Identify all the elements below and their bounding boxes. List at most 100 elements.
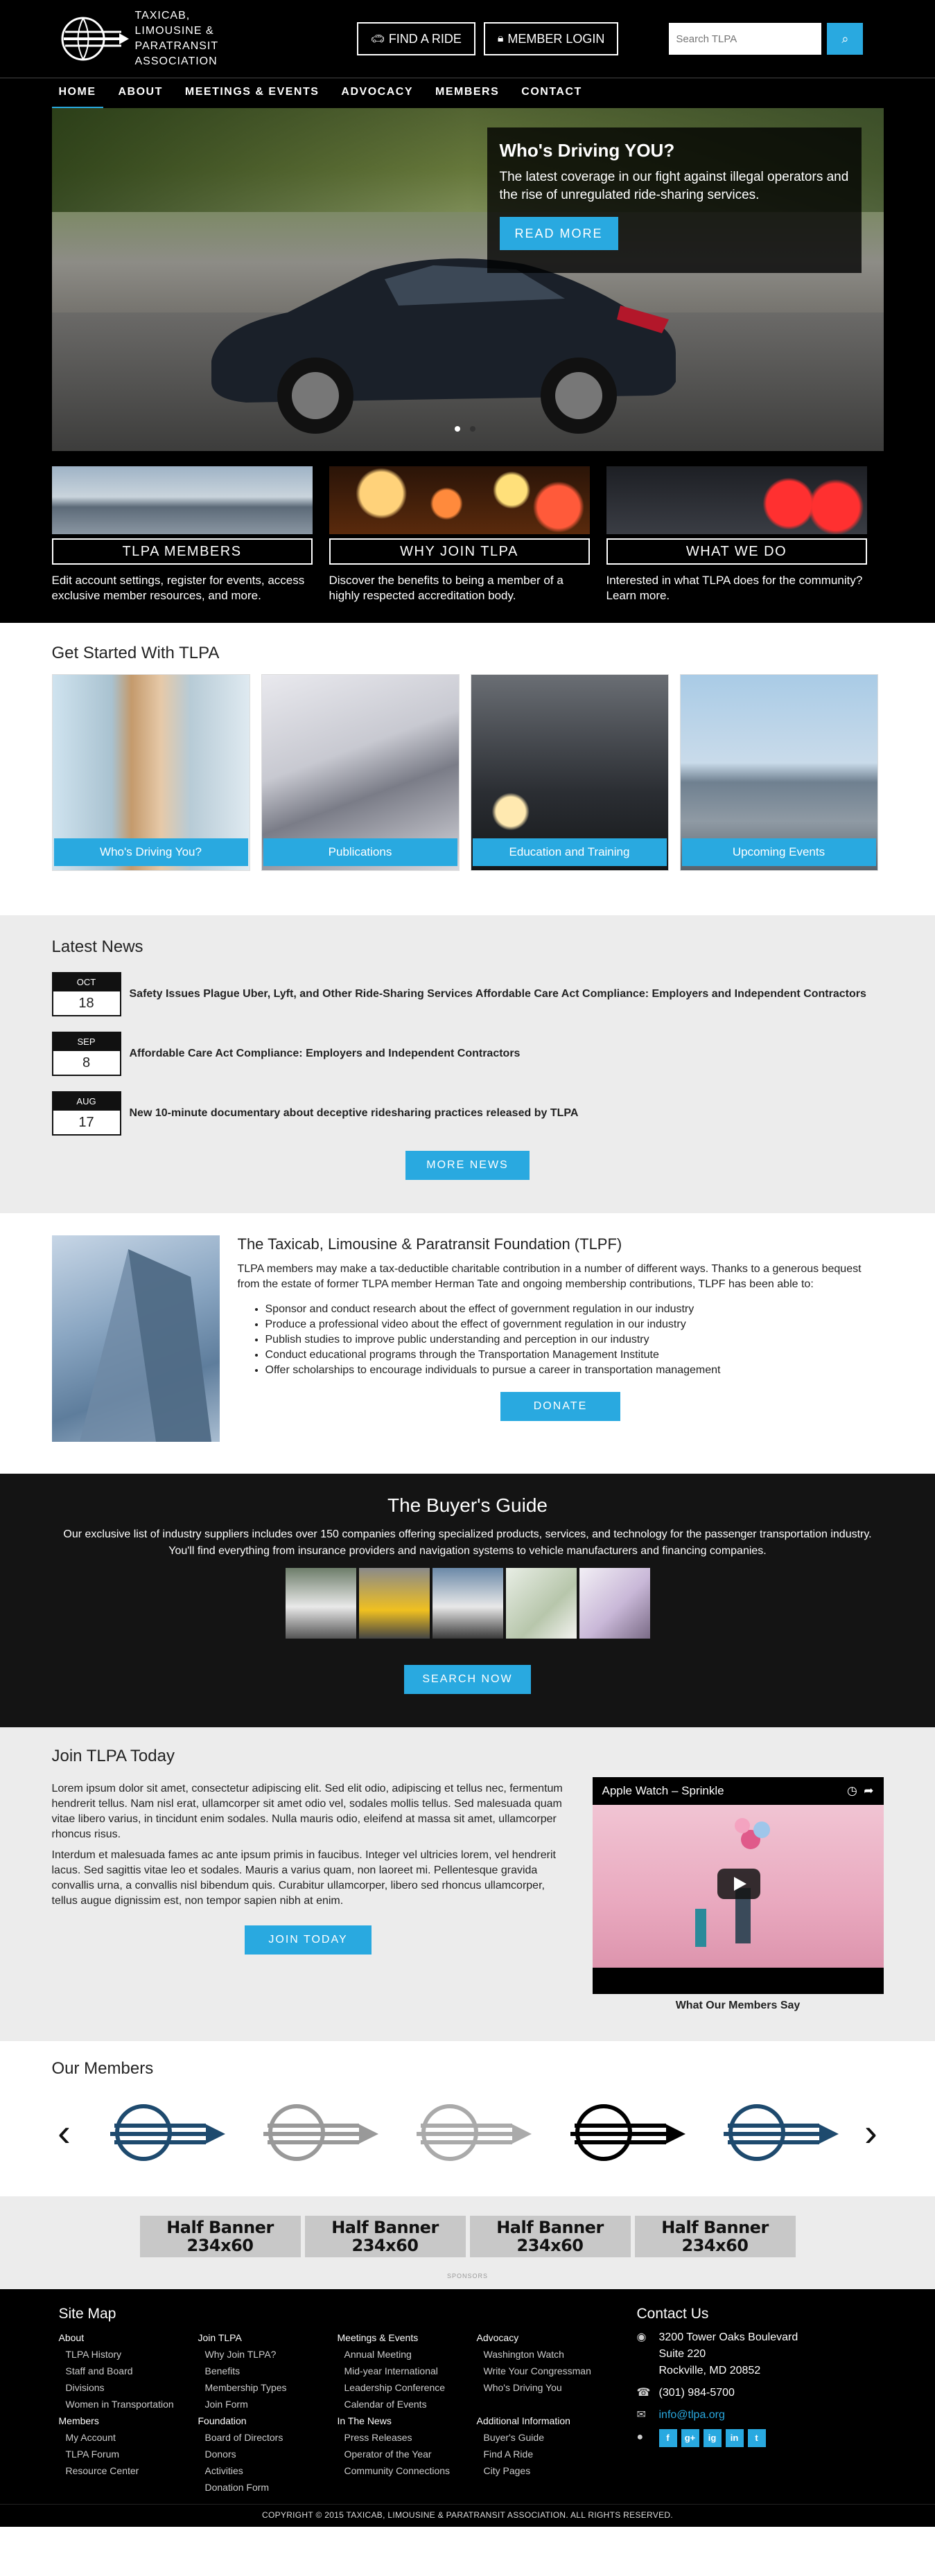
nav-meetings-events[interactable]: MEETINGS & EVENTS	[178, 78, 326, 109]
list-item: Sponsor and conduct research about the e…	[265, 1302, 884, 1317]
site-map-heading[interactable]: Advocacy	[477, 2329, 616, 2346]
read-more-button[interactable]: READ MORE	[499, 217, 618, 250]
contact-us: Contact Us ◉ 3200 Tower Oaks Boulevard S…	[637, 2306, 866, 2496]
site-map-heading[interactable]: Additional Information	[477, 2412, 616, 2429]
site-map-link[interactable]: Membership Types	[198, 2379, 338, 2396]
donate-button[interactable]: DONATE	[500, 1392, 621, 1421]
email-link[interactable]: info@tlpa.org	[659, 2407, 725, 2424]
site-map-link[interactable]: Washington Watch	[477, 2346, 616, 2363]
site-map-link[interactable]: Who's Driving You	[477, 2379, 616, 2396]
site-map-link[interactable]: Buyer's Guide	[477, 2429, 616, 2446]
site-map-link[interactable]: Board of Directors	[198, 2429, 338, 2446]
find-a-ride-button[interactable]: 🚗︎ FIND A RIDE	[356, 22, 475, 55]
member-logo[interactable]	[552, 2098, 690, 2167]
slider-dots	[454, 426, 475, 432]
site-map-link[interactable]: Mid-year International	[338, 2363, 477, 2379]
member-login-button[interactable]: 🔒︎ MEMBER LOGIN	[483, 22, 619, 55]
site-map-link[interactable]: Join Form	[198, 2396, 338, 2412]
chevron-left-icon[interactable]: ‹	[52, 2113, 77, 2152]
nav-members[interactable]: MEMBERS	[428, 78, 506, 109]
nav-advocacy[interactable]: ADVOCACY	[334, 78, 420, 109]
news-title[interactable]: New 10-minute documentary about deceptiv…	[130, 1106, 579, 1121]
envelope-icon: ✉	[636, 2409, 646, 2421]
share-icon[interactable]: ➦	[864, 1784, 873, 1797]
site-map-link[interactable]: My Account	[59, 2429, 198, 2446]
site-map-heading[interactable]: In The News	[338, 2412, 477, 2429]
buyers-guide-text: Our exclusive list of industry suppliers…	[63, 1528, 872, 1557]
news-title[interactable]: Affordable Care Act Compliance: Employer…	[130, 1046, 521, 1061]
site-map-heading[interactable]: Join TLPA	[198, 2329, 338, 2346]
search-now-button[interactable]: SEARCH NOW	[404, 1665, 531, 1694]
site-map-link[interactable]: Leadership Conference	[338, 2379, 477, 2396]
chevron-right-icon[interactable]: ›	[858, 2113, 883, 2152]
phone-number[interactable]: (301) 984-5700	[659, 2385, 735, 2401]
site-map-link[interactable]: City Pages	[477, 2462, 616, 2479]
site-map-link[interactable]: Calendar of Events	[338, 2396, 477, 2412]
site-map-link[interactable]: TLPA History	[59, 2346, 198, 2363]
more-news-button[interactable]: MORE NEWS	[405, 1151, 530, 1180]
site-map-link[interactable]: Find A Ride	[477, 2446, 616, 2462]
site-map-link[interactable]: Donors	[198, 2446, 338, 2462]
list-item: Offer scholarships to encourage individu…	[265, 1363, 884, 1378]
linkedin-icon[interactable]: in	[725, 2429, 744, 2447]
nav-home[interactable]: HOME	[51, 78, 103, 109]
site-map-link[interactable]: Why Join TLPA?	[198, 2346, 338, 2363]
news-item[interactable]: OCT 18 Safety Issues Plague Uber, Lyft, …	[51, 972, 884, 1016]
site-map-heading[interactable]: Meetings & Events	[338, 2329, 477, 2346]
site-map-link[interactable]: Resource Center	[59, 2462, 198, 2479]
card-education-training[interactable]: Education and Training	[470, 674, 669, 871]
site-map-link[interactable]: Community Connections	[338, 2462, 477, 2479]
member-logo[interactable]	[705, 2098, 844, 2167]
skyscraper-image	[51, 1235, 220, 1442]
site-map-heading[interactable]: Foundation	[198, 2412, 338, 2429]
get-started-title: Get Started With TLPA	[51, 644, 220, 662]
site-map-link[interactable]: TLPA Forum	[59, 2446, 198, 2462]
card-upcoming-events[interactable]: Upcoming Events	[679, 674, 878, 871]
taxi-image	[358, 1568, 430, 1639]
card-publications[interactable]: Publications	[261, 674, 460, 871]
sponsor-banner[interactable]: Half Banner 234x60	[469, 2216, 631, 2257]
sponsor-banner[interactable]: Half Banner 234x60	[139, 2216, 301, 2257]
site-map-heading[interactable]: Members	[59, 2412, 198, 2429]
site-map-link[interactable]: Annual Meeting	[338, 2346, 477, 2363]
tile-tlpa-members[interactable]: TLPA MEMBERS Edit account settings, regi…	[51, 466, 313, 603]
site-logo[interactable]: TAXICAB, LIMOUSINE & PARATRANSIT ASSOCIA…	[52, 8, 232, 69]
member-logo[interactable]	[91, 2098, 230, 2167]
card-whos-driving[interactable]: Who's Driving You?	[51, 674, 250, 871]
hero-text: The latest coverage in our fight against…	[499, 170, 849, 202]
member-logo[interactable]	[398, 2098, 536, 2167]
nav-about[interactable]: ABOUT	[112, 78, 170, 109]
news-title[interactable]: Safety Issues Plague Uber, Lyft, and Oth…	[130, 987, 866, 1002]
site-map-link[interactable]: Donation Form	[198, 2479, 338, 2496]
google-plus-icon[interactable]: g+	[681, 2429, 699, 2447]
site-map-link[interactable]: Activities	[198, 2462, 338, 2479]
site-map-heading[interactable]: About	[59, 2329, 198, 2346]
member-logo[interactable]	[245, 2098, 383, 2167]
site-map-link[interactable]: Divisions	[59, 2379, 198, 2396]
play-icon[interactable]	[717, 1869, 760, 1899]
clock-icon[interactable]: ◷	[847, 1784, 857, 1797]
instagram-icon[interactable]: ig	[703, 2429, 722, 2447]
sponsor-banner[interactable]: Half Banner 234x60	[304, 2216, 466, 2257]
join-today-button[interactable]: JOIN TODAY	[245, 1925, 372, 1955]
site-map-heading[interactable]	[477, 2396, 616, 2412]
site-map-link[interactable]: Press Releases	[338, 2429, 477, 2446]
video-player[interactable]: Apple Watch – Sprinkle ◷ ➦	[592, 1777, 884, 1994]
site-map-link[interactable]: Write Your Congressman	[477, 2363, 616, 2379]
search-input[interactable]	[669, 23, 822, 55]
facebook-icon[interactable]: f	[658, 2429, 677, 2447]
site-map-link[interactable]: Benefits	[198, 2363, 338, 2379]
sponsor-banner[interactable]: Half Banner 234x60	[634, 2216, 796, 2257]
slider-dot-2[interactable]	[469, 426, 475, 432]
twitter-icon[interactable]: t	[747, 2429, 766, 2447]
site-map-link[interactable]: Operator of the Year	[338, 2446, 477, 2462]
tile-what-we-do[interactable]: WHAT WE DO Interested in what TLPA does …	[606, 466, 867, 603]
site-map-link[interactable]: Staff and Board	[59, 2363, 198, 2379]
tile-why-join[interactable]: WHY JOIN TLPA Discover the benefits to b…	[329, 466, 590, 603]
search-button[interactable]: ⌕	[827, 23, 864, 55]
site-map-link[interactable]: Women in Transportation	[59, 2396, 198, 2412]
slider-dot-1[interactable]	[454, 426, 460, 432]
nav-contact[interactable]: CONTACT	[514, 78, 589, 109]
news-item[interactable]: SEP 8 Affordable Care Act Compliance: Em…	[51, 1032, 884, 1076]
news-item[interactable]: AUG 17 New 10-minute documentary about d…	[51, 1091, 884, 1136]
